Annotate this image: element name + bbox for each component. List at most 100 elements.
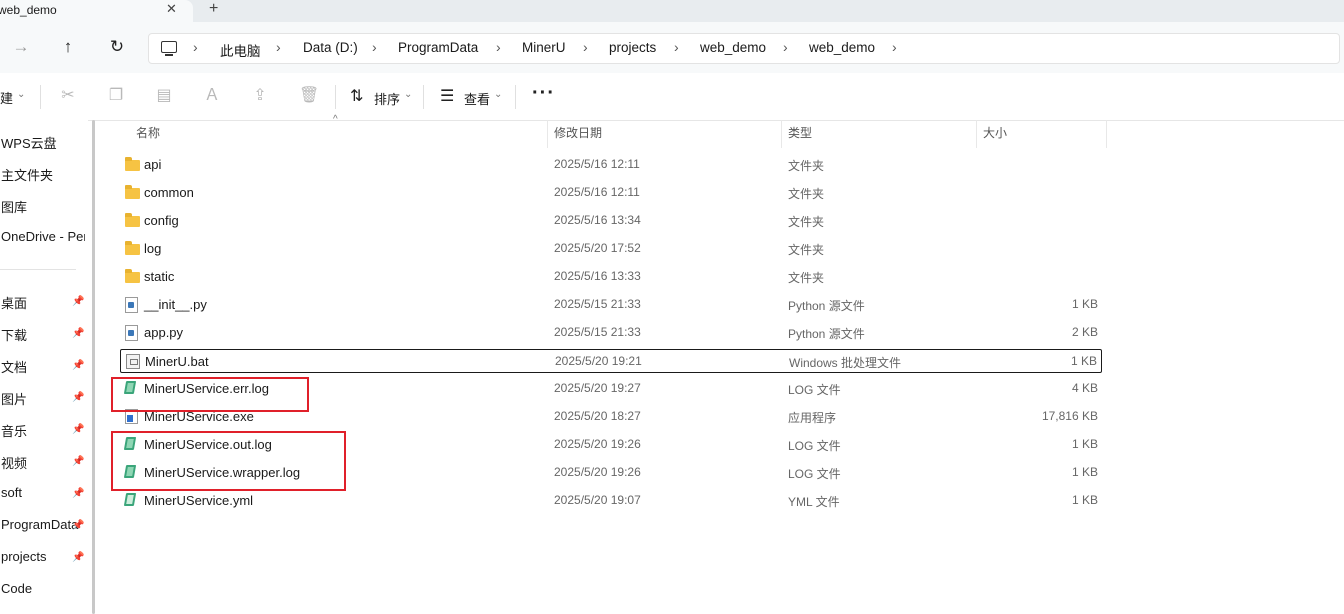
file-row[interactable]: MinerU.bat 2025/5/20 19:21 Windows 批处理文件 1 … [120, 349, 1102, 373]
pin-icon: 📌 [72, 328, 85, 339]
file-row[interactable]: MinerUService.yml 2025/5/20 19:07 YML 文件 1 … [120, 489, 1102, 513]
sidebar-divider [0, 269, 76, 270]
breadcrumb-mineru[interactable]: MinerU [522, 40, 566, 55]
more-options-icon[interactable]: ··· [532, 82, 555, 105]
column-divider[interactable] [547, 120, 548, 148]
breadcrumb-programdata[interactable]: ProgramData [398, 40, 478, 55]
breadcrumb-chevron-icon[interactable]: › [583, 39, 588, 55]
pin-icon: 📌 [72, 296, 85, 307]
file-modified-date: 2025/5/20 19:07 [554, 493, 641, 507]
sidebar-item-code[interactable]: Code [1, 581, 85, 596]
up-arrow-icon[interactable]: ↑ [56, 35, 80, 59]
close-icon[interactable]: ✕ [166, 1, 177, 17]
column-divider[interactable] [976, 120, 977, 148]
file-modified-date: 2025/5/16 12:11 [554, 185, 640, 199]
breadcrumb-web-demo-current[interactable]: web_demo [809, 40, 875, 55]
file-row[interactable]: static 2025/5/16 13:33 文件夹 [120, 265, 1102, 289]
file-size: 17,816 KB [1041, 409, 1098, 423]
navigation-pane: WPS云盘 主文件夹 图库 OneDrive - Per 桌面 📌 下载 📌 文… [0, 120, 88, 614]
column-header-name[interactable]: 名称 [136, 120, 160, 148]
file-modified-date: 2025/5/16 12:11 [554, 157, 640, 171]
paste-icon[interactable]: ▤ [155, 87, 173, 105]
file-name: static [144, 269, 175, 284]
file-row[interactable]: config 2025/5/16 13:34 文件夹 [120, 209, 1102, 233]
batch-file-icon [126, 354, 140, 369]
chevron-down-icon[interactable]: ⌄ [17, 89, 25, 100]
file-type: LOG 文件 [788, 467, 841, 481]
chevron-down-icon: ⌄ [404, 89, 413, 100]
file-size: 1 KB [1071, 465, 1098, 479]
breadcrumb-data-drive[interactable]: Data (D:) [303, 40, 358, 55]
folder-icon [125, 157, 140, 171]
breadcrumb-chevron-icon[interactable]: › [276, 39, 281, 55]
python-file-icon [125, 297, 138, 313]
column-divider[interactable] [781, 120, 782, 148]
file-name: MinerU.bat [145, 354, 209, 369]
file-modified-date: 2025/5/15 21:33 [554, 297, 641, 311]
breadcrumb-chevron-icon[interactable]: › [193, 39, 198, 55]
forward-arrow-icon[interactable]: → [9, 35, 33, 59]
breadcrumb-chevron-icon[interactable]: › [783, 39, 788, 55]
copy-icon[interactable]: ❐ [107, 87, 125, 105]
file-type: LOG 文件 [788, 439, 841, 453]
file-row[interactable]: log 2025/5/20 17:52 文件夹 [120, 237, 1102, 261]
breadcrumb-projects[interactable]: projects [609, 40, 656, 55]
file-modified-date: 2025/5/20 19:26 [554, 465, 641, 479]
sidebar-item-gallery[interactable]: 图库 [1, 197, 85, 216]
sidebar-item-home[interactable]: 主文件夹 [1, 165, 85, 184]
file-row[interactable]: common 2025/5/16 12:11 文件夹 [120, 181, 1102, 205]
breadcrumb-this-pc[interactable]: 此电脑 [220, 40, 261, 60]
file-modified-date: 2025/5/20 19:26 [554, 437, 641, 451]
file-row[interactable]: __init__.py 2025/5/15 21:33 Python 源文件 1 KB [120, 293, 1102, 317]
breadcrumb-chevron-icon[interactable]: › [496, 39, 501, 55]
file-modified-date: 2025/5/15 21:33 [554, 325, 641, 339]
file-modified-date: 2025/5/16 13:33 [554, 269, 641, 283]
share-icon[interactable]: ⇪ [251, 87, 269, 105]
file-type: LOG 文件 [788, 383, 841, 397]
breadcrumb-chevron-icon[interactable]: › [674, 39, 679, 55]
toolbar-divider [40, 85, 41, 109]
pin-icon: 📌 [72, 424, 85, 435]
file-type: Python 源文件 [788, 299, 865, 313]
new-button[interactable]: 建 [0, 88, 13, 107]
file-size: 1 KB [1071, 493, 1098, 507]
file-list: ^ 名称 修改日期 类型 大小 api 2025/5/16 12:11 文件夹 com… [104, 114, 1344, 614]
file-type: 文件夹 [788, 215, 825, 229]
folder-icon [125, 269, 140, 283]
yml-file-icon [123, 493, 137, 506]
sidebar-item-wps-cloud[interactable]: WPS云盘 [1, 133, 85, 152]
sidebar-item-onedrive[interactable]: OneDrive - Per [1, 229, 85, 244]
python-file-icon [125, 325, 138, 341]
toolbar-divider [423, 85, 424, 109]
column-header-date[interactable]: 修改日期 [554, 120, 602, 148]
breadcrumb-chevron-icon[interactable]: › [892, 39, 897, 55]
file-size: 2 KB [1071, 325, 1098, 339]
sort-ascending-icon: ^ [333, 114, 338, 125]
address-bar[interactable]: › 此电脑 › Data (D:) › ProgramData › MinerU… [148, 33, 1340, 64]
pin-icon: 📌 [72, 520, 85, 531]
new-tab-icon[interactable]: + [209, 0, 218, 18]
delete-icon[interactable]: 🗑 [299, 87, 319, 105]
file-row[interactable]: app.py 2025/5/15 21:33 Python 源文件 2 KB [120, 321, 1102, 345]
tab-web-demo[interactable]: web_demo ✕ [0, 0, 193, 22]
folder-icon [125, 185, 140, 199]
folder-icon [125, 213, 140, 227]
column-header-type[interactable]: 类型 [788, 120, 812, 148]
file-type: YML 文件 [788, 495, 840, 509]
breadcrumb-chevron-icon[interactable]: › [372, 39, 377, 55]
sidebar-scrollbar[interactable] [92, 120, 95, 614]
file-modified-date: 2025/5/20 18:27 [554, 409, 641, 423]
file-type: 文件夹 [788, 271, 825, 285]
column-divider[interactable] [1106, 120, 1107, 148]
command-toolbar: 建 ⌄ ✂ ❐ ▤ Ａ ⇪ 🗑 ⇅ 排序 ⌄ ☰ 查看 ⌄ ··· [0, 73, 1344, 121]
rename-icon[interactable]: Ａ [203, 87, 221, 105]
file-row[interactable]: api 2025/5/16 12:11 文件夹 [120, 153, 1102, 177]
cut-icon[interactable]: ✂ [59, 87, 77, 105]
file-name: config [144, 213, 179, 228]
breadcrumb-web-demo[interactable]: web_demo [700, 40, 766, 55]
file-name: MinerUService.yml [144, 493, 254, 508]
column-header-size[interactable]: 大小 [983, 120, 1007, 148]
toolbar-divider [335, 85, 336, 109]
file-name: __init__.py [144, 297, 207, 312]
refresh-icon[interactable]: ↻ [105, 35, 129, 59]
